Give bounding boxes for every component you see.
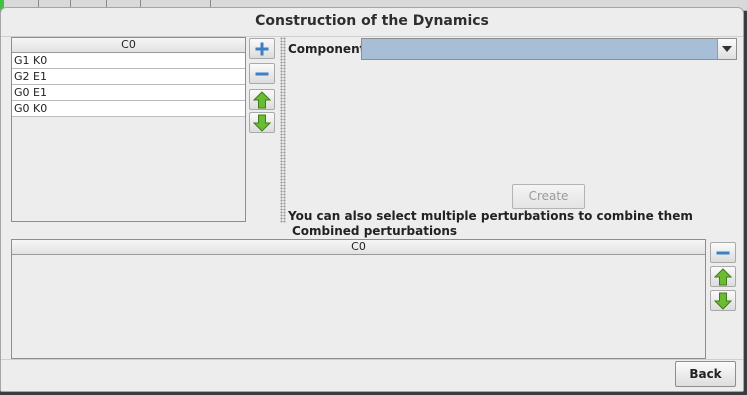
combined-title-text: Combined perturbations xyxy=(291,224,458,238)
chevron-down-icon xyxy=(722,46,732,52)
combined-move-up-button[interactable] xyxy=(710,266,736,287)
minus-icon xyxy=(716,251,730,254)
component-dropdown[interactable] xyxy=(361,38,737,60)
move-up-button[interactable] xyxy=(249,89,275,110)
table-row[interactable]: G0 K0 xyxy=(12,101,245,117)
table-row[interactable]: G2 E1 xyxy=(12,69,245,85)
dialog-title: Construction of the Dynamics xyxy=(255,13,489,29)
create-button[interactable]: Create xyxy=(512,184,585,209)
plus-icon xyxy=(255,42,269,55)
component-label: Component xyxy=(288,42,366,56)
perturbations-column-header[interactable]: C0 xyxy=(12,38,245,53)
footer-divider xyxy=(1,359,743,360)
perturbations-table[interactable]: C0 G1 K0 G2 E1 G0 E1 G0 K0 xyxy=(11,37,246,222)
combined-perturbations-table[interactable]: C0 xyxy=(11,239,706,359)
add-perturbation-button[interactable] xyxy=(249,38,275,59)
split-pane-divider[interactable] xyxy=(280,37,286,223)
back-button[interactable]: Back xyxy=(675,361,736,387)
combined-move-down-button[interactable] xyxy=(710,290,736,311)
minus-icon xyxy=(255,72,269,75)
dynamics-dialog: Construction of the Dynamics C0 G1 K0 G2… xyxy=(0,7,744,392)
combined-column-header[interactable]: C0 xyxy=(12,240,705,255)
combine-hint-text: You can also select multiple perturbatio… xyxy=(288,209,693,223)
remove-perturbation-button[interactable] xyxy=(249,63,275,84)
remove-combined-button[interactable] xyxy=(710,242,736,263)
table-row[interactable]: G1 K0 xyxy=(12,53,245,69)
green-arrow-down-icon xyxy=(714,292,732,310)
dropdown-arrow-button[interactable] xyxy=(717,39,736,59)
move-down-button[interactable] xyxy=(249,112,275,133)
green-arrow-up-icon xyxy=(253,90,271,108)
green-arrow-up-icon xyxy=(714,267,732,285)
green-arrow-down-icon xyxy=(253,114,271,132)
combined-perturbations-title: Combined perturbations xyxy=(1,224,747,238)
table-row[interactable]: G0 E1 xyxy=(12,85,245,101)
